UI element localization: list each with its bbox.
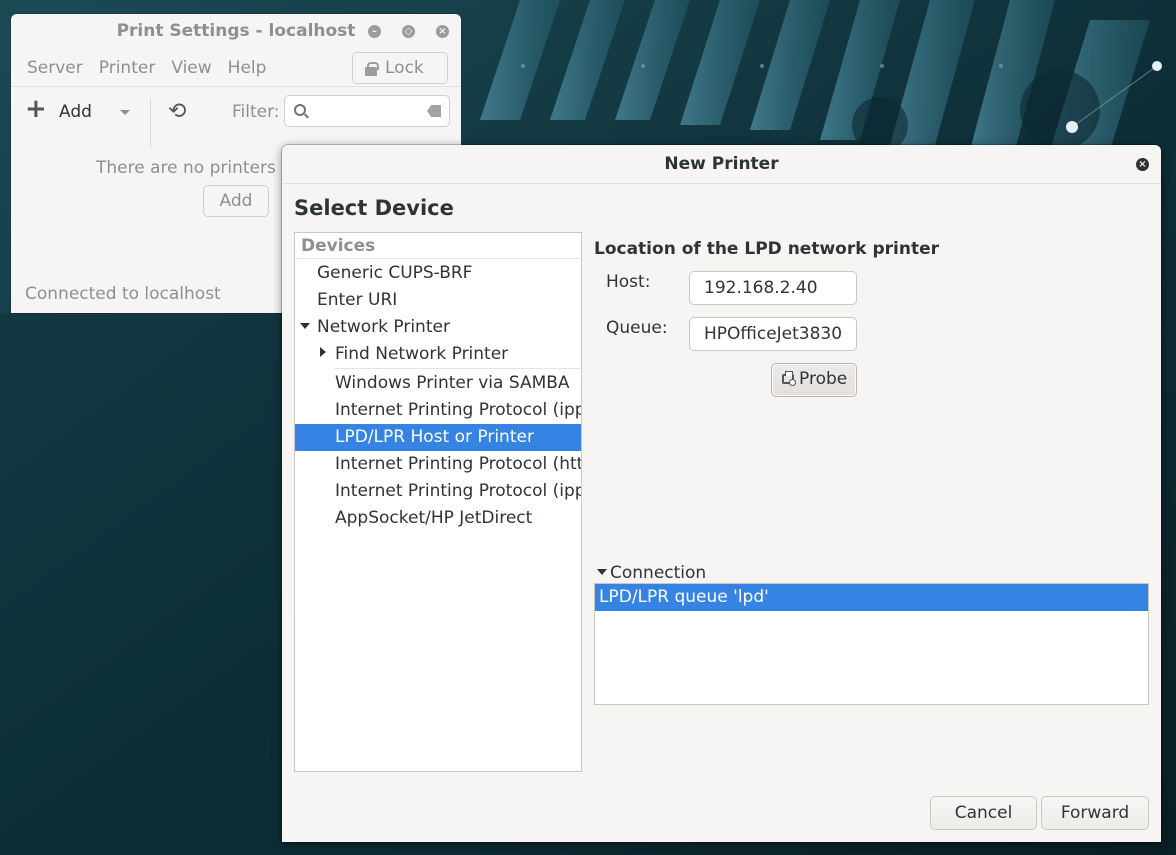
plus-icon: + <box>25 94 47 124</box>
host-label: Host: <box>606 272 651 292</box>
location-title: Location of the LPD network printer <box>594 239 939 259</box>
close-icon[interactable]: × <box>436 25 449 38</box>
minimize-icon[interactable]: – <box>368 25 381 38</box>
connection-list[interactable]: LPD/LPR queue 'lpd' <box>594 583 1149 705</box>
device-tree[interactable]: Devices Generic CUPS-BRF Enter URI Netwo… <box>294 232 582 772</box>
print-settings-title: Print Settings - localhost <box>116 21 356 41</box>
connection-row-selected[interactable]: LPD/LPR queue 'lpd' <box>595 584 1148 611</box>
host-input[interactable]: 192.168.2.40 <box>689 271 857 305</box>
expander-right-icon[interactable] <box>320 347 326 357</box>
chevron-down-icon[interactable] <box>120 110 130 115</box>
printer-search-icon <box>782 371 796 386</box>
device-find-network-printer[interactable]: Find Network Printer <box>335 341 508 368</box>
close-icon[interactable]: × <box>1136 158 1149 171</box>
device-appsocket[interactable]: AppSocket/HP JetDirect <box>335 505 532 532</box>
probe-label: Probe <box>799 369 848 389</box>
device-samba[interactable]: Windows Printer via SAMBA <box>335 370 570 397</box>
probe-button[interactable]: Probe <box>771 363 857 397</box>
select-device-heading: Select Device <box>294 196 454 220</box>
menubar: Server Printer View Help <box>19 58 274 78</box>
queue-input[interactable]: HPOfficeJet3830 <box>689 317 857 351</box>
filter-label: Filter: <box>232 102 280 122</box>
lock-label: Lock <box>385 58 424 78</box>
menu-view[interactable]: View <box>163 58 219 78</box>
menu-help[interactable]: Help <box>220 58 275 78</box>
device-ipp[interactable]: Internet Printing Protocol (ipp) <box>335 397 581 424</box>
connection-expander[interactable]: Connection <box>610 563 706 583</box>
maximize-icon[interactable]: ◇ <box>402 25 415 38</box>
menu-server[interactable]: Server <box>19 58 91 78</box>
empty-add-button[interactable]: Add <box>203 185 269 217</box>
device-ipps[interactable]: Internet Printing Protocol (ipps) <box>335 478 581 505</box>
lock-button[interactable]: Lock <box>352 52 448 84</box>
add-label: Add <box>59 102 92 122</box>
device-enter-uri[interactable]: Enter URI <box>317 287 397 314</box>
cancel-button[interactable]: Cancel <box>930 796 1037 830</box>
filter-input[interactable] <box>284 95 450 127</box>
devices-column-header[interactable]: Devices <box>301 236 375 256</box>
device-network-printer[interactable]: Network Printer <box>317 314 450 341</box>
device-https[interactable]: Internet Printing Protocol (https <box>335 451 581 478</box>
refresh-icon[interactable]: ⟲ <box>168 101 190 123</box>
menu-printer[interactable]: Printer <box>91 58 164 78</box>
expander-down-icon[interactable] <box>597 569 607 575</box>
print-settings-titlebar[interactable]: Print Settings - localhost – ◇ × <box>11 14 461 50</box>
no-printers-message: There are no printers co <box>96 158 301 178</box>
search-icon <box>294 104 306 116</box>
clear-icon[interactable] <box>427 105 441 117</box>
new-printer-dialog[interactable]: New Printer × Select Device Devices Gene… <box>282 145 1161 842</box>
queue-label: Queue: <box>606 318 668 338</box>
device-lpd-selected[interactable]: LPD/LPR Host or Printer <box>295 424 581 451</box>
device-generic-cups-brf[interactable]: Generic CUPS-BRF <box>317 260 472 287</box>
forward-button[interactable]: Forward <box>1041 796 1149 830</box>
dialog-title: New Printer <box>664 154 779 174</box>
connection-status: Connected to localhost <box>25 284 221 304</box>
expander-down-icon[interactable] <box>300 323 310 329</box>
